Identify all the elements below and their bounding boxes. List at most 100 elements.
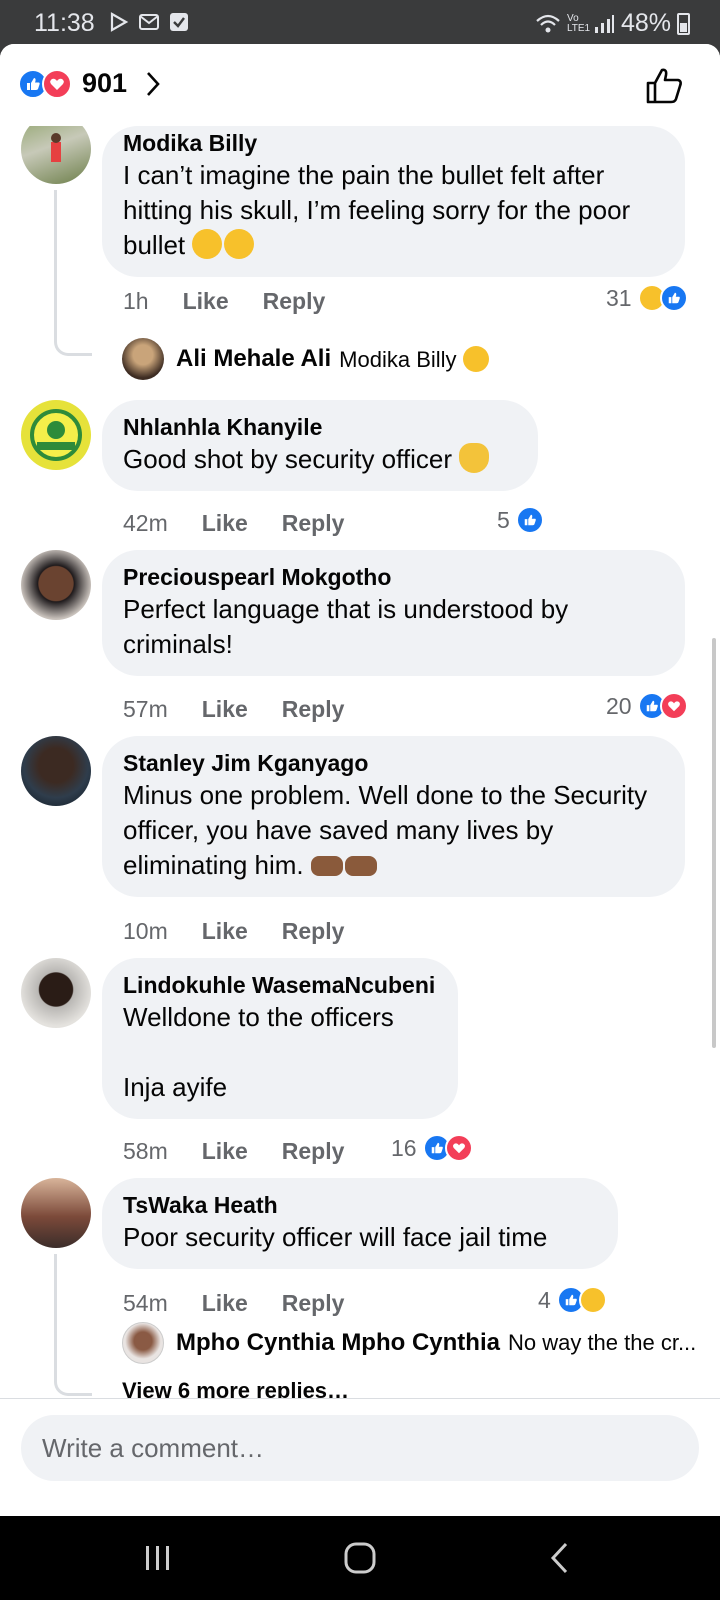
comment-actions: 10m Like Reply xyxy=(123,918,344,945)
status-time: 11:38 xyxy=(34,9,95,37)
comment-bubble[interactable]: TsWaka Heath Poor security officer will … xyxy=(102,1178,618,1269)
reply-link[interactable]: Reply xyxy=(282,1138,345,1165)
comment-reactions[interactable]: 20 xyxy=(606,692,688,720)
comment-author[interactable]: TsWaka Heath xyxy=(123,1190,596,1220)
recent-apps-icon xyxy=(146,1546,169,1570)
reactions-header: 901 xyxy=(0,44,720,126)
comment-reactions[interactable]: 31 xyxy=(606,284,688,312)
fist-bump-emoji xyxy=(344,856,377,876)
reaction-count: 20 xyxy=(606,692,632,719)
like-link[interactable]: Like xyxy=(202,1290,248,1317)
comment-composer xyxy=(0,1398,720,1516)
chevron-right-icon xyxy=(147,71,160,96)
notification-icons xyxy=(108,11,190,33)
comment-time: 10m xyxy=(123,918,168,944)
battery-icon xyxy=(677,12,690,35)
holding-back-tears-emoji xyxy=(224,229,255,259)
comment-time: 58m xyxy=(123,1138,168,1164)
home-button[interactable] xyxy=(330,1534,390,1582)
reaction-count: 4 xyxy=(538,1286,551,1313)
back-icon xyxy=(550,1542,568,1574)
reply-author: Ali Mehale Ali xyxy=(176,345,332,372)
like-link[interactable]: Like xyxy=(202,1138,248,1165)
avatar[interactable] xyxy=(21,126,91,184)
avatar xyxy=(122,338,164,380)
reply-link[interactable]: Reply xyxy=(282,510,345,537)
like-link[interactable]: Like xyxy=(202,510,248,537)
comment-actions: 57m Like Reply xyxy=(123,696,344,723)
comment-author[interactable]: Nhlanhla Khanyile xyxy=(123,412,516,442)
scrollbar[interactable] xyxy=(712,638,716,1048)
sad-reaction-icon xyxy=(578,1286,607,1314)
mail-icon xyxy=(139,14,159,30)
comment-bubble[interactable]: Modika Billy I can’t imagine the pain th… xyxy=(102,126,685,277)
play-icon xyxy=(110,12,129,32)
reply-link[interactable]: Reply xyxy=(263,288,326,315)
reply-text: Modika Billy xyxy=(339,345,489,373)
comment-text: Welldone to the officers Inja ayife xyxy=(123,1002,394,1102)
comment-bubble[interactable]: Stanley Jim Kganyago Minus one problem. … xyxy=(102,736,685,897)
status-right: Vo LTE1 48% xyxy=(535,9,690,38)
reaction-count: 901 xyxy=(82,68,128,98)
comments-sheet: 901 Modika Billy I can’t imagine the pai… xyxy=(0,44,720,1516)
comment-bubble[interactable]: Lindokuhle WasemaNcubeni Welldone to the… xyxy=(102,958,458,1119)
like-link[interactable]: Like xyxy=(202,918,248,945)
reactions-summary[interactable]: 901 xyxy=(18,68,161,99)
avatar[interactable] xyxy=(21,400,91,470)
home-icon xyxy=(344,1542,376,1574)
back-button[interactable] xyxy=(530,1534,590,1582)
reply-link[interactable]: Reply xyxy=(282,1290,345,1317)
check-box-icon xyxy=(170,13,188,31)
comment-time: 54m xyxy=(123,1290,168,1316)
crying-face-emoji xyxy=(192,229,223,259)
thread-line xyxy=(54,190,92,356)
avatar[interactable] xyxy=(21,550,91,620)
comment-author[interactable]: Lindokuhle WasemaNcubeni xyxy=(123,970,436,1000)
like-link[interactable]: Like xyxy=(183,288,229,315)
comment-actions: 54m Like Reply xyxy=(123,1290,344,1317)
comment-time: 1h xyxy=(123,288,149,314)
comment-time: 57m xyxy=(123,696,168,722)
reaction-count: 16 xyxy=(391,1134,417,1161)
avatar[interactable] xyxy=(21,958,91,1028)
reply-link[interactable]: Reply xyxy=(282,696,345,723)
comment-bubble[interactable]: Nhlanhla Khanyile Good shot by security … xyxy=(102,400,538,491)
like-outline-icon[interactable] xyxy=(644,66,684,106)
comment-text: I can’t imagine the pain the bullet felt… xyxy=(123,160,638,260)
comment-bubble[interactable]: Preciouspearl Mokgotho Perfect language … xyxy=(102,550,685,676)
comment-reactions[interactable]: 16 xyxy=(391,1134,473,1162)
battery-percent: 48% xyxy=(620,9,671,37)
signal-icon xyxy=(594,14,614,33)
reply-link[interactable]: Reply xyxy=(282,918,345,945)
recent-apps-button[interactable] xyxy=(128,1534,188,1582)
view-more-replies-link[interactable]: View 6 more replies… xyxy=(122,1378,349,1398)
comment-reactions[interactable]: 5 xyxy=(497,506,544,534)
comment-text: Good shot by security officer xyxy=(123,442,516,477)
reaction-count: 5 xyxy=(497,506,510,533)
comment-author[interactable]: Stanley Jim Kganyago xyxy=(123,748,663,778)
thread-line xyxy=(54,1254,92,1396)
system-nav-bar xyxy=(0,1516,720,1600)
comment-text: Perfect language that is understood by c… xyxy=(123,594,576,659)
comment-input[interactable] xyxy=(21,1415,699,1481)
like-link[interactable]: Like xyxy=(202,696,248,723)
avatar[interactable] xyxy=(21,1178,91,1248)
wifi-icon xyxy=(536,14,560,32)
comment-time: 42m xyxy=(123,510,168,536)
reaction-count: 31 xyxy=(606,284,632,311)
comment-author[interactable]: Preciouspearl Mokgotho xyxy=(123,562,663,592)
reply-text: No way the the cr... xyxy=(507,1330,697,1355)
comment-text: Minus one problem. Well done to the Secu… xyxy=(123,780,655,880)
like-reaction-icon xyxy=(659,284,688,312)
avatar[interactable] xyxy=(21,736,91,806)
ok-hand-emoji xyxy=(459,443,490,473)
fist-bump-emoji xyxy=(310,856,343,876)
comment-author[interactable]: Modika Billy xyxy=(123,128,663,158)
love-reaction-icon xyxy=(42,68,72,99)
reply-preview[interactable]: Mpho Cynthia Mpho Cynthia No way the the… xyxy=(122,1322,696,1364)
comment-reactions[interactable]: 4 xyxy=(538,1286,607,1314)
rolling-laughing-emoji xyxy=(462,345,489,372)
reply-preview[interactable]: Ali Mehale Ali Modika Billy xyxy=(122,338,489,380)
love-reaction-icon xyxy=(659,692,688,720)
avatar xyxy=(122,1322,164,1364)
